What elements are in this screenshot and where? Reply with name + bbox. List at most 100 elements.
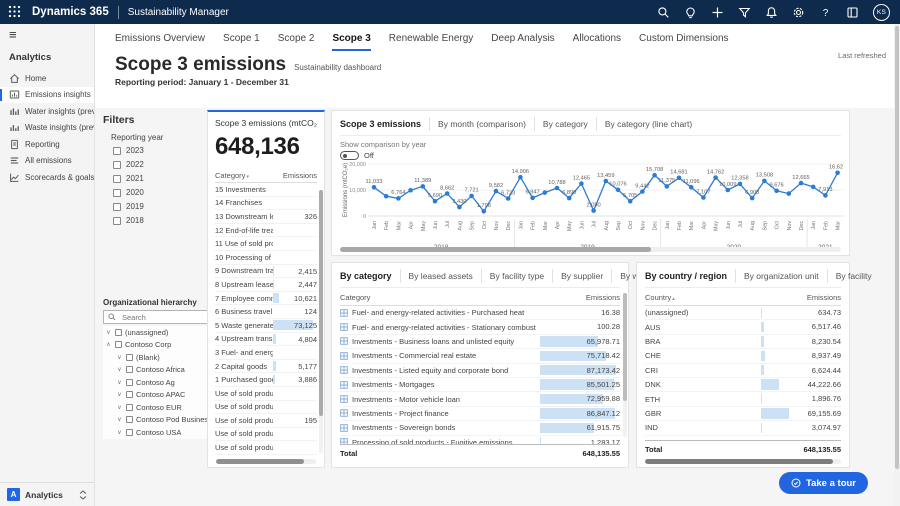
org-search-box[interactable] bbox=[103, 310, 209, 324]
table-row[interactable]: Fuel- and energy-related activities - Pu… bbox=[340, 306, 620, 320]
table-row[interactable]: Use of sold product... bbox=[215, 401, 317, 415]
table-row[interactable]: 6 Business travel124 bbox=[215, 305, 317, 319]
comparison-toggle[interactable] bbox=[340, 151, 359, 160]
emissions-column-header[interactable]: Emissions bbox=[761, 293, 841, 302]
table-row[interactable]: 13 Downstream lea...326 bbox=[215, 210, 317, 224]
chevron-down-icon[interactable]: ∨ bbox=[116, 379, 123, 386]
card-tab-by-facility[interactable]: By facility bbox=[827, 269, 880, 283]
sidebar-item-water-insights-previ[interactable]: Water insights (previ... bbox=[0, 103, 94, 120]
help-icon[interactable]: ? bbox=[819, 6, 832, 19]
card-tab-scope-3-emissions[interactable]: Scope 3 emissions bbox=[340, 117, 429, 131]
table-row[interactable]: 1 Purchased goods ...3,886 bbox=[215, 373, 317, 387]
kpi-col-category[interactable]: Category bbox=[215, 171, 273, 180]
search-icon[interactable] bbox=[657, 6, 670, 19]
table-row[interactable]: Use of sold product... bbox=[215, 387, 317, 401]
tree-node-contoso-eur[interactable]: ∨Contoso EUR bbox=[103, 401, 209, 414]
card-tab-by-category-line-chart[interactable]: By category (line chart) bbox=[596, 117, 700, 131]
kpi-vertical-scrollbar[interactable] bbox=[319, 190, 323, 453]
by-country-table-header[interactable]: Country Emissions bbox=[645, 288, 841, 306]
sidebar-item-reporting[interactable]: Reporting bbox=[0, 136, 94, 153]
tab-custom-dimensions[interactable]: Custom Dimensions bbox=[639, 33, 728, 51]
kpi-table-header[interactable]: Category Emissions bbox=[215, 171, 317, 183]
table-row[interactable]: Use of sold product... bbox=[215, 428, 317, 442]
table-row[interactable]: Investments - Business loans and unliste… bbox=[340, 335, 620, 349]
card-tab-by-supplier[interactable]: By supplier bbox=[552, 269, 611, 283]
table-row[interactable]: CRI6,624.44 bbox=[645, 364, 841, 378]
table-row[interactable]: 5 Waste generated i...73,125 bbox=[215, 319, 317, 333]
tree-node-contoso-africa[interactable]: ∨Contoso Africa bbox=[103, 364, 209, 377]
table-row[interactable]: DNK44,222.66 bbox=[645, 378, 841, 392]
sidebar-item-home[interactable]: Home bbox=[0, 70, 94, 87]
table-row[interactable]: Fuel- and energy-related activities - St… bbox=[340, 320, 620, 334]
tab-renewable-energy[interactable]: Renewable Energy bbox=[389, 33, 474, 51]
table-row[interactable]: BRA8,230.54 bbox=[645, 335, 841, 349]
card-tab-by-leased-assets[interactable]: By leased assets bbox=[400, 269, 481, 283]
table-row[interactable]: 12 End-of-life treat... bbox=[215, 224, 317, 238]
reporting-year-option-2022[interactable]: 2022 bbox=[113, 160, 203, 169]
table-row[interactable]: Processing of sold products - Fugitive e… bbox=[340, 436, 620, 444]
reporting-year-option-2019[interactable]: 2019 bbox=[113, 202, 203, 211]
tree-node-contoso-usa[interactable]: ∨Contoso USA bbox=[103, 426, 209, 439]
lightbulb-icon[interactable] bbox=[684, 6, 697, 19]
gear-icon[interactable] bbox=[792, 6, 805, 19]
table-row[interactable]: 11 Use of sold prod... bbox=[215, 237, 317, 251]
table-row[interactable]: Investments - Motor vehicle loan72,959.8… bbox=[340, 392, 620, 406]
card-tab-by-facility-type[interactable]: By facility type bbox=[481, 269, 552, 283]
chevron-down-icon[interactable]: ∨ bbox=[116, 416, 123, 423]
country-column-header[interactable]: Country bbox=[645, 293, 761, 302]
table-row[interactable]: Investments - Mortgages85,501.25 bbox=[340, 378, 620, 392]
table-row[interactable]: 3 Fuel- and energy-... bbox=[215, 346, 317, 360]
table-row[interactable]: 7 Employee commu...10,621 bbox=[215, 292, 317, 306]
by-country-horizontal-scrollbar[interactable] bbox=[645, 459, 841, 464]
chevron-up-icon[interactable]: ∧ bbox=[105, 341, 112, 348]
card-tab-by-month-comparison[interactable]: By month (comparison) bbox=[429, 117, 534, 131]
sidebar-item-waste-insights-previ[interactable]: Waste insights (previ... bbox=[0, 120, 94, 137]
kpi-col-emissions[interactable]: Emissions bbox=[273, 171, 317, 180]
table-row[interactable]: (unassigned)634.73 bbox=[645, 306, 841, 320]
table-row[interactable]: 9 Downstream tran...2,415 bbox=[215, 265, 317, 279]
chevron-down-icon[interactable]: ∨ bbox=[116, 354, 123, 361]
tab-allocations[interactable]: Allocations bbox=[573, 33, 621, 51]
tree-node-contoso-pod-business[interactable]: ∨Contoso Pod Business bbox=[103, 414, 209, 427]
table-row[interactable]: Use of sold product... bbox=[215, 441, 317, 455]
card-tab-by-organization-unit[interactable]: By organization unit bbox=[735, 269, 827, 283]
by-category-table-header[interactable]: Category Emissions bbox=[340, 288, 620, 306]
table-row[interactable]: Investments - Commercial real estate75,7… bbox=[340, 349, 620, 363]
card-tab-by-category[interactable]: By category bbox=[534, 117, 596, 131]
table-row[interactable]: AUS6,517.46 bbox=[645, 320, 841, 334]
table-row[interactable]: 10 Processing of sol... bbox=[215, 251, 317, 265]
table-row[interactable]: Use of sold product...195 bbox=[215, 414, 317, 428]
org-search-input[interactable] bbox=[120, 312, 190, 323]
environment-switcher[interactable]: A Analytics bbox=[0, 482, 94, 506]
table-row[interactable]: 14 Franchises bbox=[215, 197, 317, 211]
reporting-year-option-2023[interactable]: 2023 bbox=[113, 146, 203, 155]
tree-node-contoso-corp[interactable]: ∧Contoso Corp bbox=[103, 339, 209, 352]
table-row[interactable]: CHE8,937.49 bbox=[645, 349, 841, 363]
filter-icon[interactable] bbox=[738, 6, 751, 19]
tree-node-contoso-apac[interactable]: ∨Contoso APAC bbox=[103, 389, 209, 402]
sidebar-item-emissions-insights[interactable]: Emissions insights bbox=[0, 87, 94, 104]
tab-emissions-overview[interactable]: Emissions Overview bbox=[115, 33, 205, 51]
tab-scope-3[interactable]: Scope 3 bbox=[332, 33, 370, 51]
take-a-tour-button[interactable]: Take a tour bbox=[779, 472, 868, 494]
table-row[interactable]: Investments - Listed equity and corporat… bbox=[340, 364, 620, 378]
page-vertical-scrollbar[interactable] bbox=[894, 24, 900, 506]
tab-deep-analysis[interactable]: Deep Analysis bbox=[491, 33, 554, 51]
add-icon[interactable] bbox=[711, 6, 724, 19]
chevron-down-icon[interactable]: ∨ bbox=[116, 404, 123, 411]
kpi-horizontal-scrollbar[interactable] bbox=[216, 459, 316, 464]
chevron-down-icon[interactable]: ∨ bbox=[116, 366, 123, 373]
card-tab-by-country-region[interactable]: By country / region bbox=[645, 269, 735, 283]
table-row[interactable]: 2 Capital goods5,177 bbox=[215, 360, 317, 374]
table-row[interactable]: Investments - Project finance86,847.12 bbox=[340, 407, 620, 421]
pages-icon[interactable] bbox=[846, 6, 859, 19]
table-row[interactable]: 4 Upstream transpo...4,804 bbox=[215, 333, 317, 347]
by-category-vertical-scrollbar[interactable] bbox=[623, 293, 627, 437]
table-row[interactable]: Investments - Sovereign bonds61,915.75 bbox=[340, 421, 620, 435]
category-column-header[interactable]: Category bbox=[340, 293, 540, 302]
chevron-down-icon[interactable]: ∨ bbox=[116, 429, 123, 436]
tree-node-blank[interactable]: ∨(Blank) bbox=[103, 351, 209, 364]
table-row[interactable]: 8 Upstream leased ...2,447 bbox=[215, 278, 317, 292]
sidebar-item-scorecards-goals[interactable]: Scorecards & goals bbox=[0, 169, 94, 186]
sidebar-item-all-emissions[interactable]: All emissions bbox=[0, 153, 94, 170]
